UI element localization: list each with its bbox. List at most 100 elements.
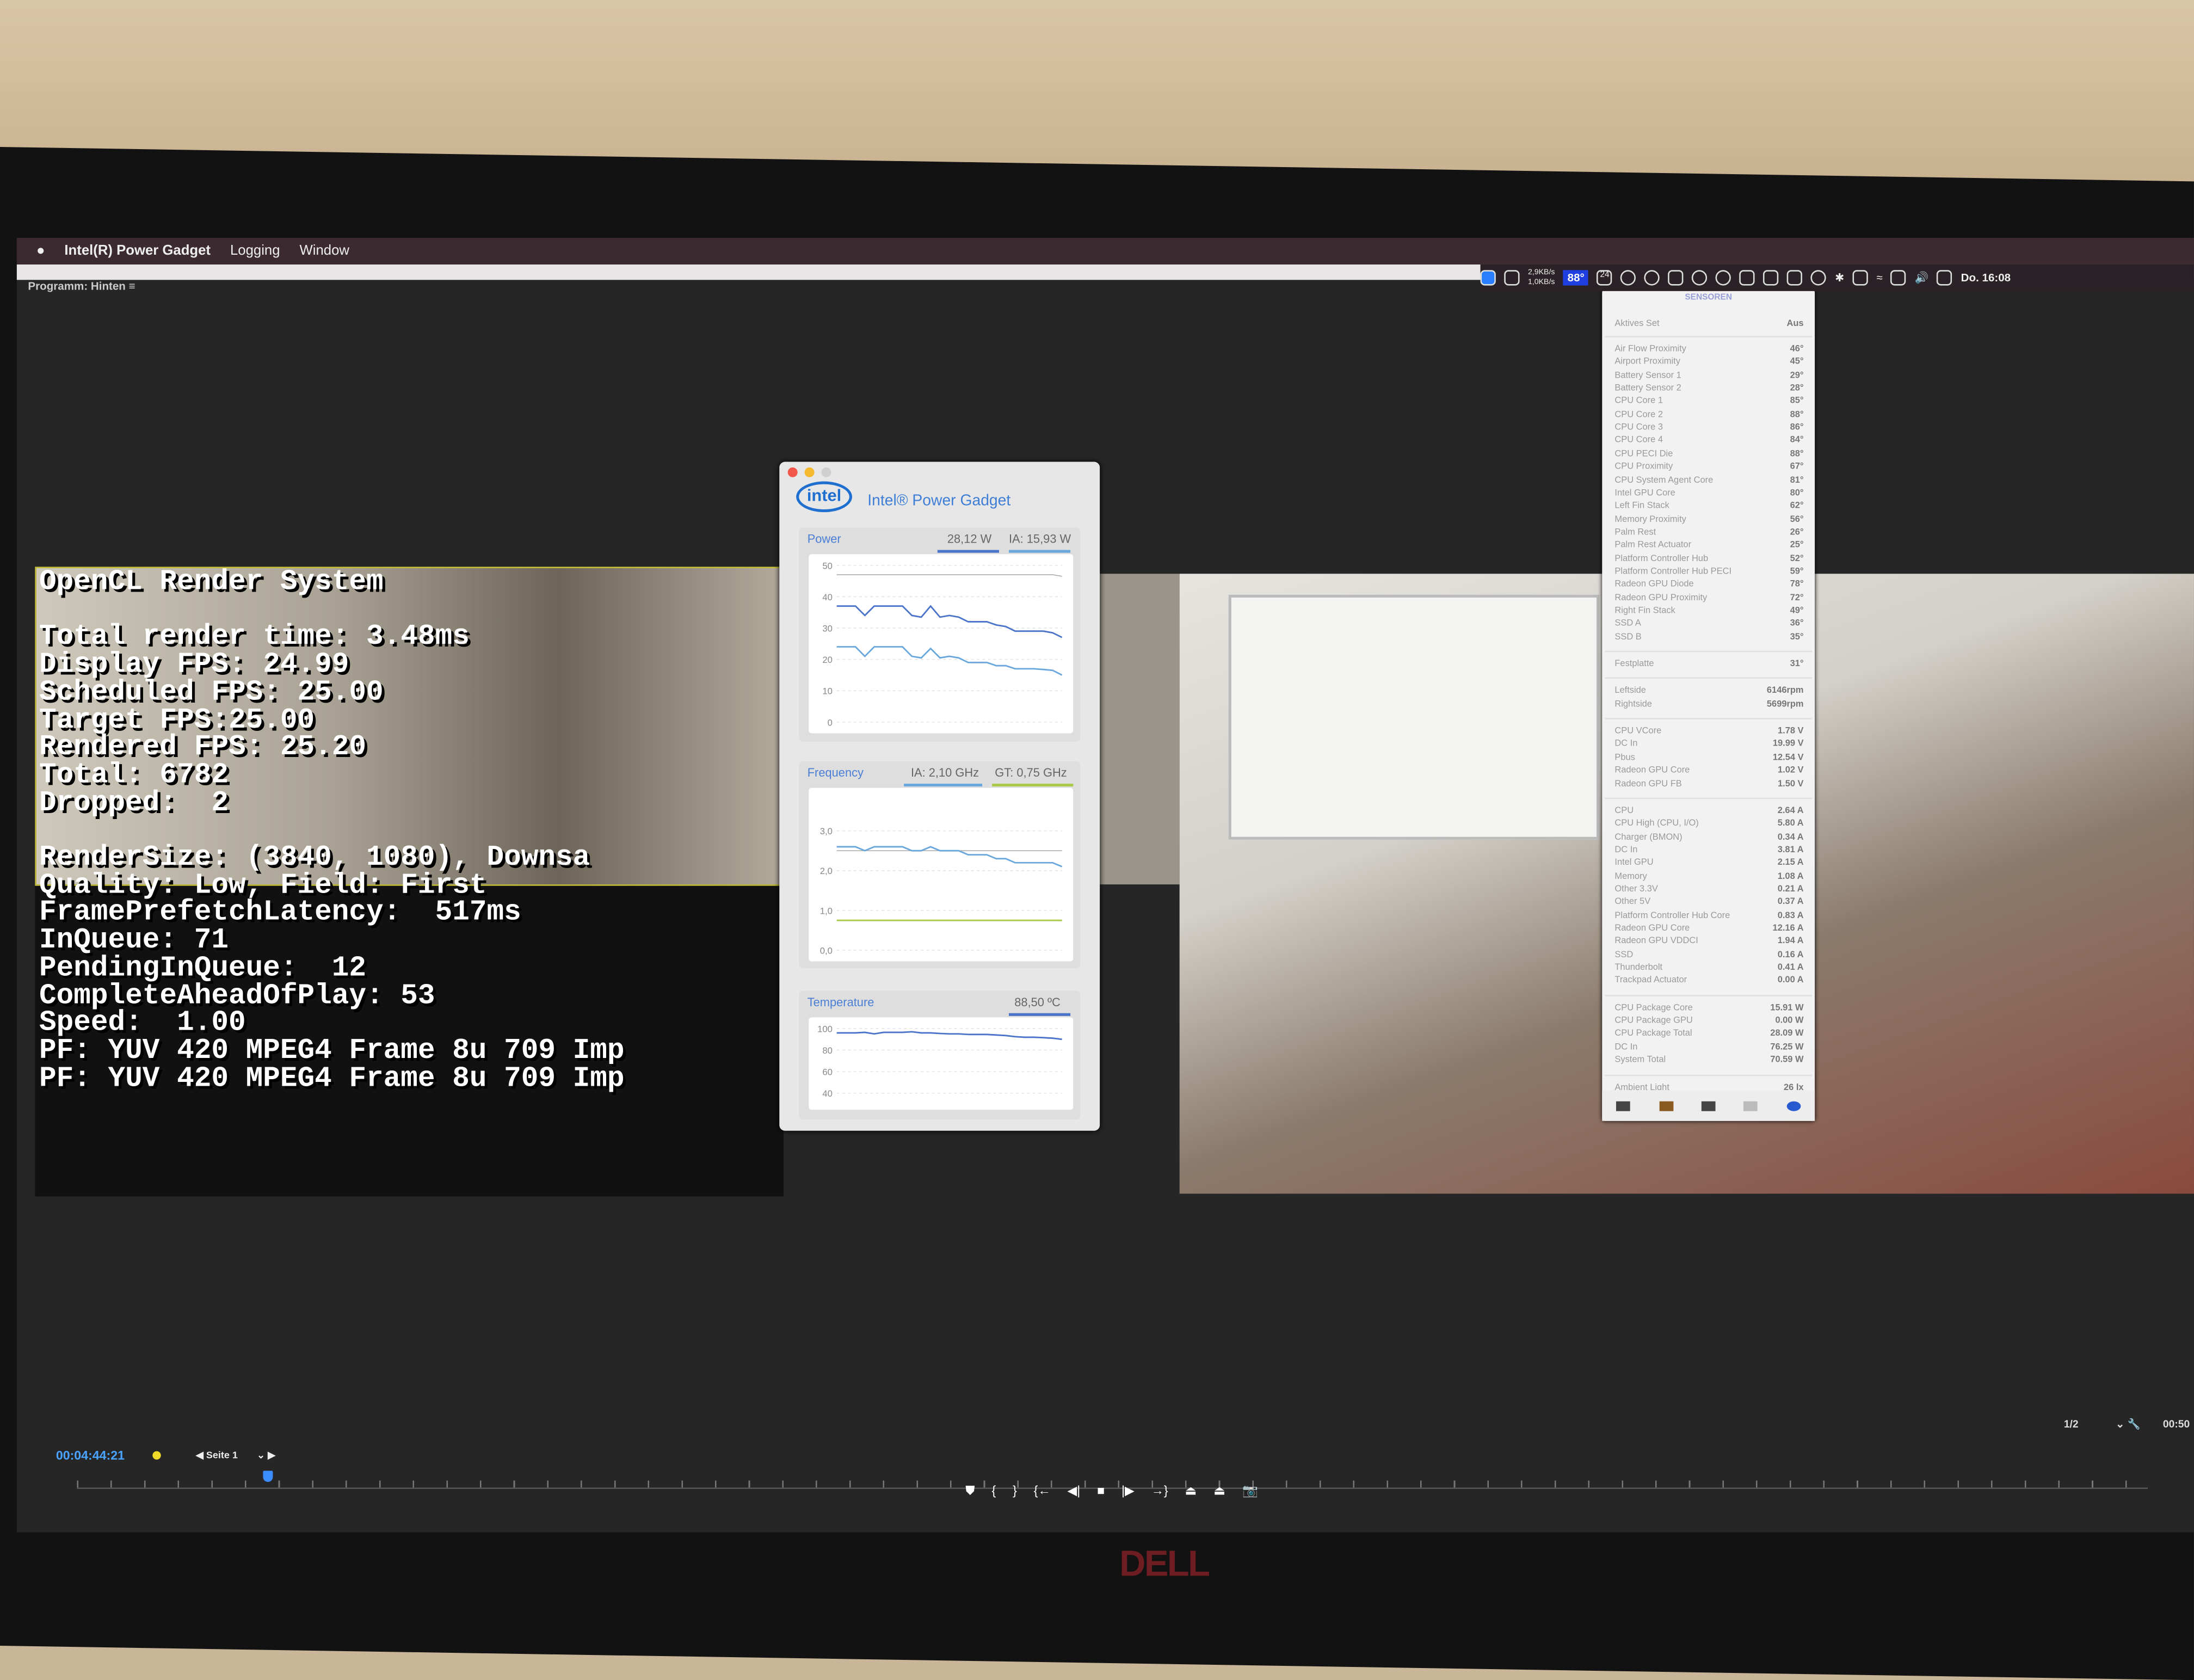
console-icon[interactable] [1659, 1100, 1673, 1111]
timecode[interactable]: 00:04:44:21 [56, 1448, 125, 1462]
battery-icon[interactable] [1937, 270, 1953, 286]
lift-icon[interactable]: ⏏ [1185, 1484, 1197, 1499]
sensor-row[interactable]: Platform Controller Hub 52° [1614, 552, 1803, 565]
terminal-icon[interactable] [1701, 1100, 1716, 1111]
keyboard-icon[interactable] [1852, 270, 1869, 286]
sensor-row[interactable]: System Total 70.59 W [1614, 1054, 1803, 1067]
clock[interactable]: Do. 16:08 [1961, 272, 2011, 284]
sensor-row[interactable]: SSD 0.16 A [1614, 949, 1803, 962]
network-speed[interactable]: 2,9KB/s 1,0KB/s [1528, 268, 1555, 287]
disk-utility-icon[interactable] [1743, 1100, 1758, 1111]
sensor-row[interactable]: CPU Core 3 86° [1614, 421, 1803, 434]
sensor-row[interactable]: Palm Rest 26° [1614, 526, 1803, 539]
sensor-row[interactable]: CPU Package Total 28.09 W [1614, 1028, 1803, 1041]
sensor-row[interactable]: Radeon GPU Core 1.02 V [1614, 764, 1803, 777]
step-back-icon[interactable]: ◀| [1067, 1484, 1080, 1499]
airplay-icon[interactable] [1891, 270, 1907, 286]
sensor-row[interactable]: Airport Proximity 45° [1614, 356, 1803, 369]
sensor-row[interactable]: Rightside 5699rpm [1614, 698, 1803, 711]
bluetooth-icon[interactable]: ✱ [1835, 272, 1844, 284]
page-selector[interactable]: ◀ Seite 1 ⌄ ▶ [196, 1450, 275, 1461]
upload-icon[interactable] [1763, 270, 1779, 286]
sensor-row[interactable]: CPU Core 1 85° [1614, 395, 1803, 408]
chevron-down-icon[interactable]: ⌄ [257, 1451, 265, 1461]
sensor-row[interactable]: Memory 1.08 A [1614, 870, 1803, 883]
menu-window[interactable]: Window [300, 243, 349, 259]
sensor-row[interactable]: CPU VCore 1.78 V [1614, 725, 1803, 738]
next-page-icon[interactable]: ▶ [268, 1451, 275, 1461]
apple-icon[interactable]: ● [36, 243, 45, 259]
volume-icon[interactable]: 🔊 [1915, 272, 1929, 284]
monitor-icon[interactable] [1668, 270, 1684, 286]
sensor-row[interactable]: CPU Proximity 67° [1614, 460, 1803, 473]
sensor-row[interactable]: Right Fin Stack 49° [1614, 605, 1803, 618]
sensor-row[interactable]: CPU High (CPU, I/O) 5.80 A [1614, 817, 1803, 830]
sensor-menu-button[interactable]: 88° [1563, 270, 1589, 286]
memory-meter-icon[interactable] [1504, 270, 1520, 286]
chat-icon[interactable] [1620, 270, 1636, 286]
cpu-meter-icon[interactable] [1480, 270, 1496, 286]
zoom-button[interactable] [821, 467, 831, 477]
sensor-row[interactable]: Other 5V 0.37 A [1614, 896, 1803, 909]
sensor-row[interactable]: Left Fin Stack 62° [1614, 500, 1803, 513]
sensor-row[interactable]: DC In 76.25 W [1614, 1041, 1803, 1054]
sensor-row[interactable]: CPU PECI Die 88° [1614, 447, 1803, 460]
calendar-icon[interactable]: 24 [1597, 270, 1613, 286]
sensor-row[interactable]: CPU Package Core 15.91 W [1614, 1001, 1803, 1014]
close-button[interactable] [787, 467, 798, 477]
sensor-row[interactable]: CPU 2.64 A [1614, 804, 1803, 817]
sensor-row[interactable]: Air Flow Proximity 46° [1614, 343, 1803, 356]
sensor-row[interactable]: CPU Package GPU 0.00 W [1614, 1015, 1803, 1028]
go-to-out-icon[interactable]: →} [1151, 1484, 1168, 1499]
camera-icon[interactable]: 📷 [1242, 1484, 1258, 1499]
sensor-row[interactable]: Radeon GPU Proximity 72° [1614, 592, 1803, 605]
settings-wrench-icon[interactable]: ⌄ 🔧 [2116, 1418, 2141, 1430]
in-point-icon[interactable]: { [992, 1484, 996, 1499]
active-set-row[interactable]: Aktives Set Aus [1614, 318, 1803, 331]
coffee-icon[interactable] [1716, 270, 1731, 286]
sensor-row[interactable]: Pbus 12.54 V [1614, 751, 1803, 764]
sensor-row[interactable]: Radeon GPU Diode 78° [1614, 579, 1803, 592]
prev-page-icon[interactable]: ◀ [196, 1451, 204, 1461]
out-point-icon[interactable]: } [1013, 1484, 1017, 1499]
step-forward-icon[interactable]: |▶ [1121, 1484, 1135, 1499]
sensor-row[interactable]: Other 3.3V 0.21 A [1614, 883, 1803, 896]
activity-monitor-icon[interactable] [1616, 1100, 1631, 1111]
sensor-row[interactable]: Battery Sensor 2 28° [1614, 382, 1803, 395]
sensor-row[interactable]: Trackpad Actuator 0.00 A [1614, 975, 1803, 988]
dropbox-icon[interactable] [1740, 270, 1755, 286]
menu-logging[interactable]: Logging [230, 243, 280, 259]
sensor-row[interactable]: CPU Core 4 84° [1614, 434, 1803, 447]
onepassword-icon[interactable] [1692, 270, 1708, 286]
vpn-icon[interactable] [1811, 270, 1827, 286]
sensor-row[interactable]: Radeon GPU FB 1.50 V [1614, 777, 1803, 790]
menu-icon[interactable]: ≡ [129, 280, 135, 292]
sensor-row[interactable]: DC In 3.81 A [1614, 844, 1803, 857]
sensor-row[interactable]: CPU Core 2 88° [1614, 408, 1803, 421]
sensor-row[interactable]: CPU System Agent Core 81° [1614, 473, 1803, 487]
sensor-row[interactable]: Memory Proximity 56° [1614, 513, 1803, 526]
sensor-row[interactable]: Platform Controller Hub PECI 59° [1614, 565, 1803, 579]
sensor-row[interactable]: Platform Controller Hub Core 0.83 A [1614, 909, 1803, 922]
sensor-row[interactable]: Thunderbolt 0.41 A [1614, 962, 1803, 975]
sensor-row[interactable]: Palm Rest Actuator 25° [1614, 539, 1803, 552]
sensor-row[interactable]: Battery Sensor 1 29° [1614, 369, 1803, 382]
sensor-row[interactable]: Intel GPU 2.15 A [1614, 857, 1803, 870]
sensor-row[interactable]: DC In 19.99 V [1614, 738, 1803, 751]
sensor-row[interactable]: SSD A 36° [1614, 618, 1803, 631]
sensor-row[interactable]: Festplatte 31° [1614, 658, 1803, 671]
marker-icon[interactable]: ⛊ [965, 1484, 975, 1499]
sensor-row[interactable]: Charger (BMON) 0.34 A [1614, 830, 1803, 844]
menu-app-name[interactable]: Intel(R) Power Gadget [64, 243, 211, 259]
sensor-row[interactable]: Radeon GPU Core 12.16 A [1614, 922, 1803, 936]
extract-icon[interactable]: ⏏ [1213, 1484, 1225, 1499]
minimize-button[interactable] [804, 467, 815, 477]
status-icon[interactable] [1644, 270, 1660, 286]
sensor-row[interactable]: Intel GPU Core 80° [1614, 487, 1803, 500]
wifi-icon[interactable]: ≈ [1876, 272, 1882, 284]
stop-icon[interactable]: ■ [1097, 1484, 1105, 1499]
istat-icon[interactable] [1786, 1100, 1801, 1111]
sensor-row[interactable]: Leftside 6146rpm [1614, 685, 1803, 698]
sync-icon[interactable] [1787, 270, 1803, 286]
program-monitor-label[interactable]: Programm: Hinten ≡ [28, 280, 135, 292]
